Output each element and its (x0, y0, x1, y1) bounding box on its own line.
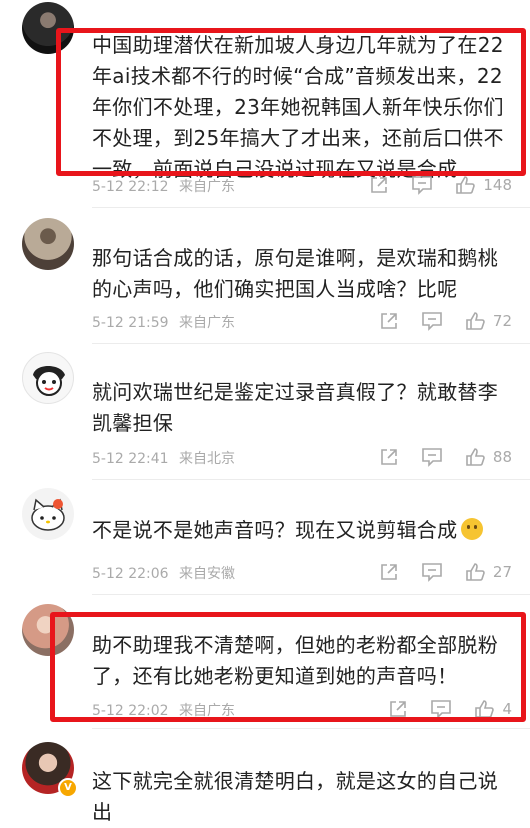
comment-meta: 5-12 22:12 来自广东 (92, 176, 241, 196)
comment-text-content: 不是说不是她声音吗？现在又说剪辑合成 (92, 518, 458, 542)
reply-icon (422, 563, 442, 582)
comment-date: 5-12 22:06 (92, 566, 169, 582)
divider (92, 479, 530, 480)
avatar[interactable] (22, 352, 74, 404)
like-count: 27 (492, 563, 512, 581)
like-count: 148 (483, 176, 512, 194)
reply-icon (422, 448, 442, 467)
reply-button[interactable] (421, 447, 443, 467)
share-icon (381, 564, 397, 580)
comment-meta: 5-12 22:06 来自安徽 (92, 563, 241, 583)
like-count: 88 (492, 448, 512, 466)
reply-button[interactable] (411, 175, 433, 195)
comment-actions: 88 (357, 446, 512, 468)
smile-emoji-icon (461, 518, 484, 540)
share-icon (371, 177, 388, 193)
comment-text: 这下就完全就很清楚明白，就是这女的自己说出 (92, 769, 498, 824)
comment-date: 5-12 22:41 (92, 451, 169, 467)
comment-text: 那句话合成的话，原句是谁啊，是欢瑞和鹅桃的心声吗，他们确实把国人当成啥？比呢 (92, 246, 498, 301)
verified-badge-icon: V (58, 778, 78, 798)
reply-button[interactable] (421, 311, 443, 331)
divider (92, 728, 530, 729)
comment-location: 来自北京 (179, 451, 236, 467)
like-count: 72 (492, 312, 512, 330)
comment-location: 来自广东 (179, 179, 236, 195)
like-icon (466, 448, 485, 466)
highlight-box (50, 612, 526, 722)
share-button[interactable] (379, 311, 399, 331)
comment-text: 就问欢瑞世纪是鉴定过录音真假了？就敢替李凯馨担保 (92, 380, 498, 435)
like-button[interactable]: 27 (465, 562, 512, 582)
divider (92, 207, 530, 208)
comment-location: 来自安徽 (179, 566, 236, 582)
avatar[interactable] (22, 488, 74, 540)
comment-date: 5-12 22:12 (92, 179, 169, 195)
like-button[interactable]: 72 (465, 311, 512, 331)
hello-kitty-icon (31, 498, 65, 531)
cartoon-face-icon (33, 366, 65, 396)
comment-meta: 5-12 21:59 来自广东 (92, 312, 241, 332)
comment-location: 来自广东 (179, 315, 236, 331)
highlight-box (56, 28, 526, 176)
like-button[interactable]: 148 (455, 175, 512, 195)
comment-actions: 148 (347, 174, 512, 196)
share-button[interactable] (369, 175, 389, 195)
comment-meta: 5-12 22:41 来自北京 (92, 448, 241, 468)
reply-icon (422, 312, 442, 331)
share-button[interactable] (379, 447, 399, 467)
like-button[interactable]: 88 (465, 447, 512, 467)
like-icon (466, 563, 485, 581)
comment-actions: 27 (357, 561, 512, 583)
share-icon (381, 449, 397, 465)
avatar[interactable] (22, 218, 74, 270)
like-icon (466, 312, 485, 330)
comment-date: 5-12 21:59 (92, 315, 169, 331)
reply-button[interactable] (421, 562, 443, 582)
divider (92, 594, 530, 595)
divider (92, 343, 530, 344)
like-icon (456, 176, 476, 194)
comment-text: 不是说不是她声音吗？现在又说剪辑合成 (92, 515, 512, 546)
share-button[interactable] (379, 562, 399, 582)
reply-icon (412, 176, 433, 195)
comment-actions: 72 (357, 310, 512, 332)
share-icon (381, 313, 397, 329)
